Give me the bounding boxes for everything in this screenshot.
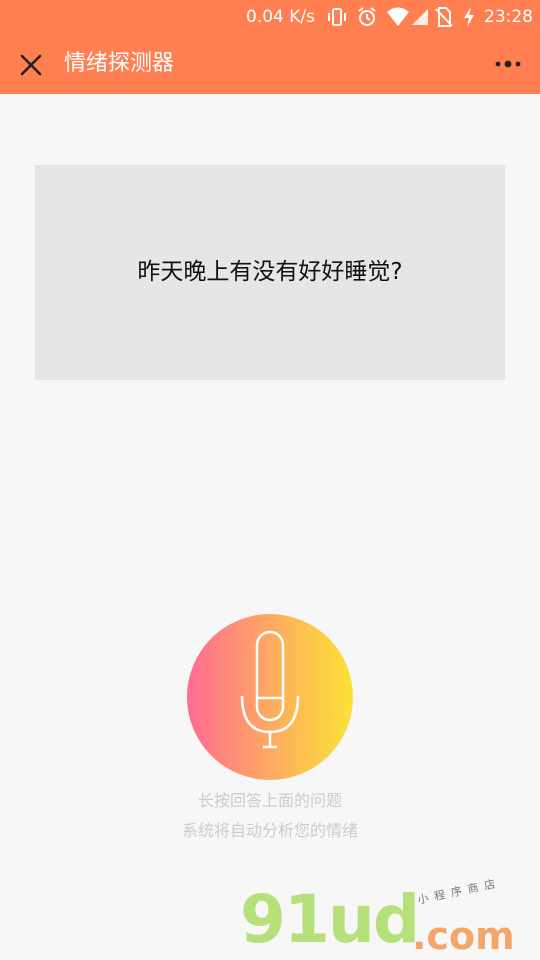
status-bar: 0.04 K/s 23:28 — [0, 0, 540, 34]
question-text: 昨天晚上有没有好好睡觉? — [137, 259, 403, 285]
signal-icon — [412, 9, 428, 25]
watermark-tagline: 小程序商店 — [416, 876, 503, 907]
wifi-icon — [387, 7, 409, 26]
status-time: 23:28 — [484, 7, 533, 27]
alarm-icon — [358, 7, 376, 26]
watermark-brand: 91ud — [240, 881, 420, 958]
hint-press-to-answer: 长按回答上面的问题 — [197, 791, 342, 810]
record-voice-button[interactable] — [187, 614, 353, 780]
hint-auto-analysis: 系统将自动分析您的情绪 — [181, 821, 358, 840]
charging-icon — [464, 7, 474, 27]
title-bar: 情绪探测器 — [0, 34, 540, 94]
watermark-domain: .com — [412, 914, 515, 958]
watermark-logo: 91ud .com 小程序商店 — [240, 876, 540, 960]
microphone-icon — [240, 630, 300, 749]
close-icon[interactable] — [14, 48, 48, 82]
more-icon[interactable] — [490, 56, 530, 72]
no-sim-icon — [435, 7, 453, 27]
page-title: 情绪探测器 — [64, 51, 175, 76]
question-card: 昨天晚上有没有好好睡觉? — [35, 165, 505, 380]
vibrate-icon — [328, 8, 346, 26]
app-header: 0.04 K/s 23:28 情绪探测器 — [0, 0, 540, 94]
network-speed: 0.04 K/s — [246, 7, 315, 27]
